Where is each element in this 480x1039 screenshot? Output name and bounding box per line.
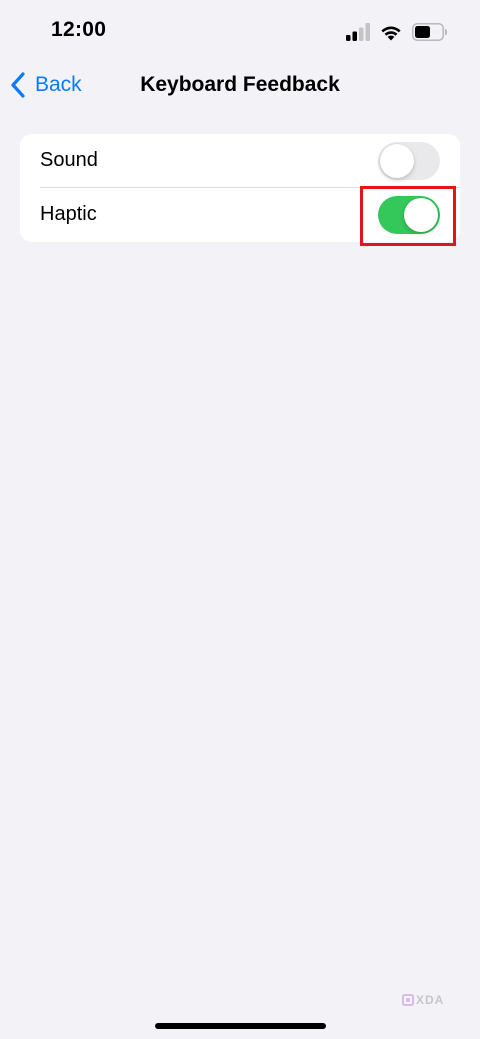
settings-row-haptic: Haptic: [20, 188, 460, 242]
sound-label: Sound: [40, 149, 98, 171]
xda-watermark: XDA: [402, 993, 444, 1007]
home-indicator: [155, 1023, 326, 1029]
status-bar: 12:00: [0, 0, 480, 62]
settings-row-sound: Sound: [20, 134, 460, 188]
keyboard-feedback-settings-group: Sound Haptic: [20, 134, 460, 242]
haptic-label: Haptic: [40, 203, 97, 225]
haptic-toggle[interactable]: [378, 196, 440, 234]
cellular-signal-icon: [346, 23, 370, 41]
xda-logo-icon: [402, 994, 414, 1006]
battery-icon: [412, 23, 447, 41]
status-time: 12:00: [51, 18, 107, 41]
toggle-knob: [380, 144, 414, 178]
page-title: Keyboard Feedback: [140, 73, 340, 96]
sound-toggle[interactable]: [378, 142, 440, 180]
status-icons: [346, 21, 448, 43]
wifi-icon: [381, 26, 401, 40]
toggle-knob: [404, 198, 438, 232]
navigation-bar: Back Keyboard Feedback: [0, 62, 480, 108]
watermark-text: XDA: [416, 993, 445, 1007]
